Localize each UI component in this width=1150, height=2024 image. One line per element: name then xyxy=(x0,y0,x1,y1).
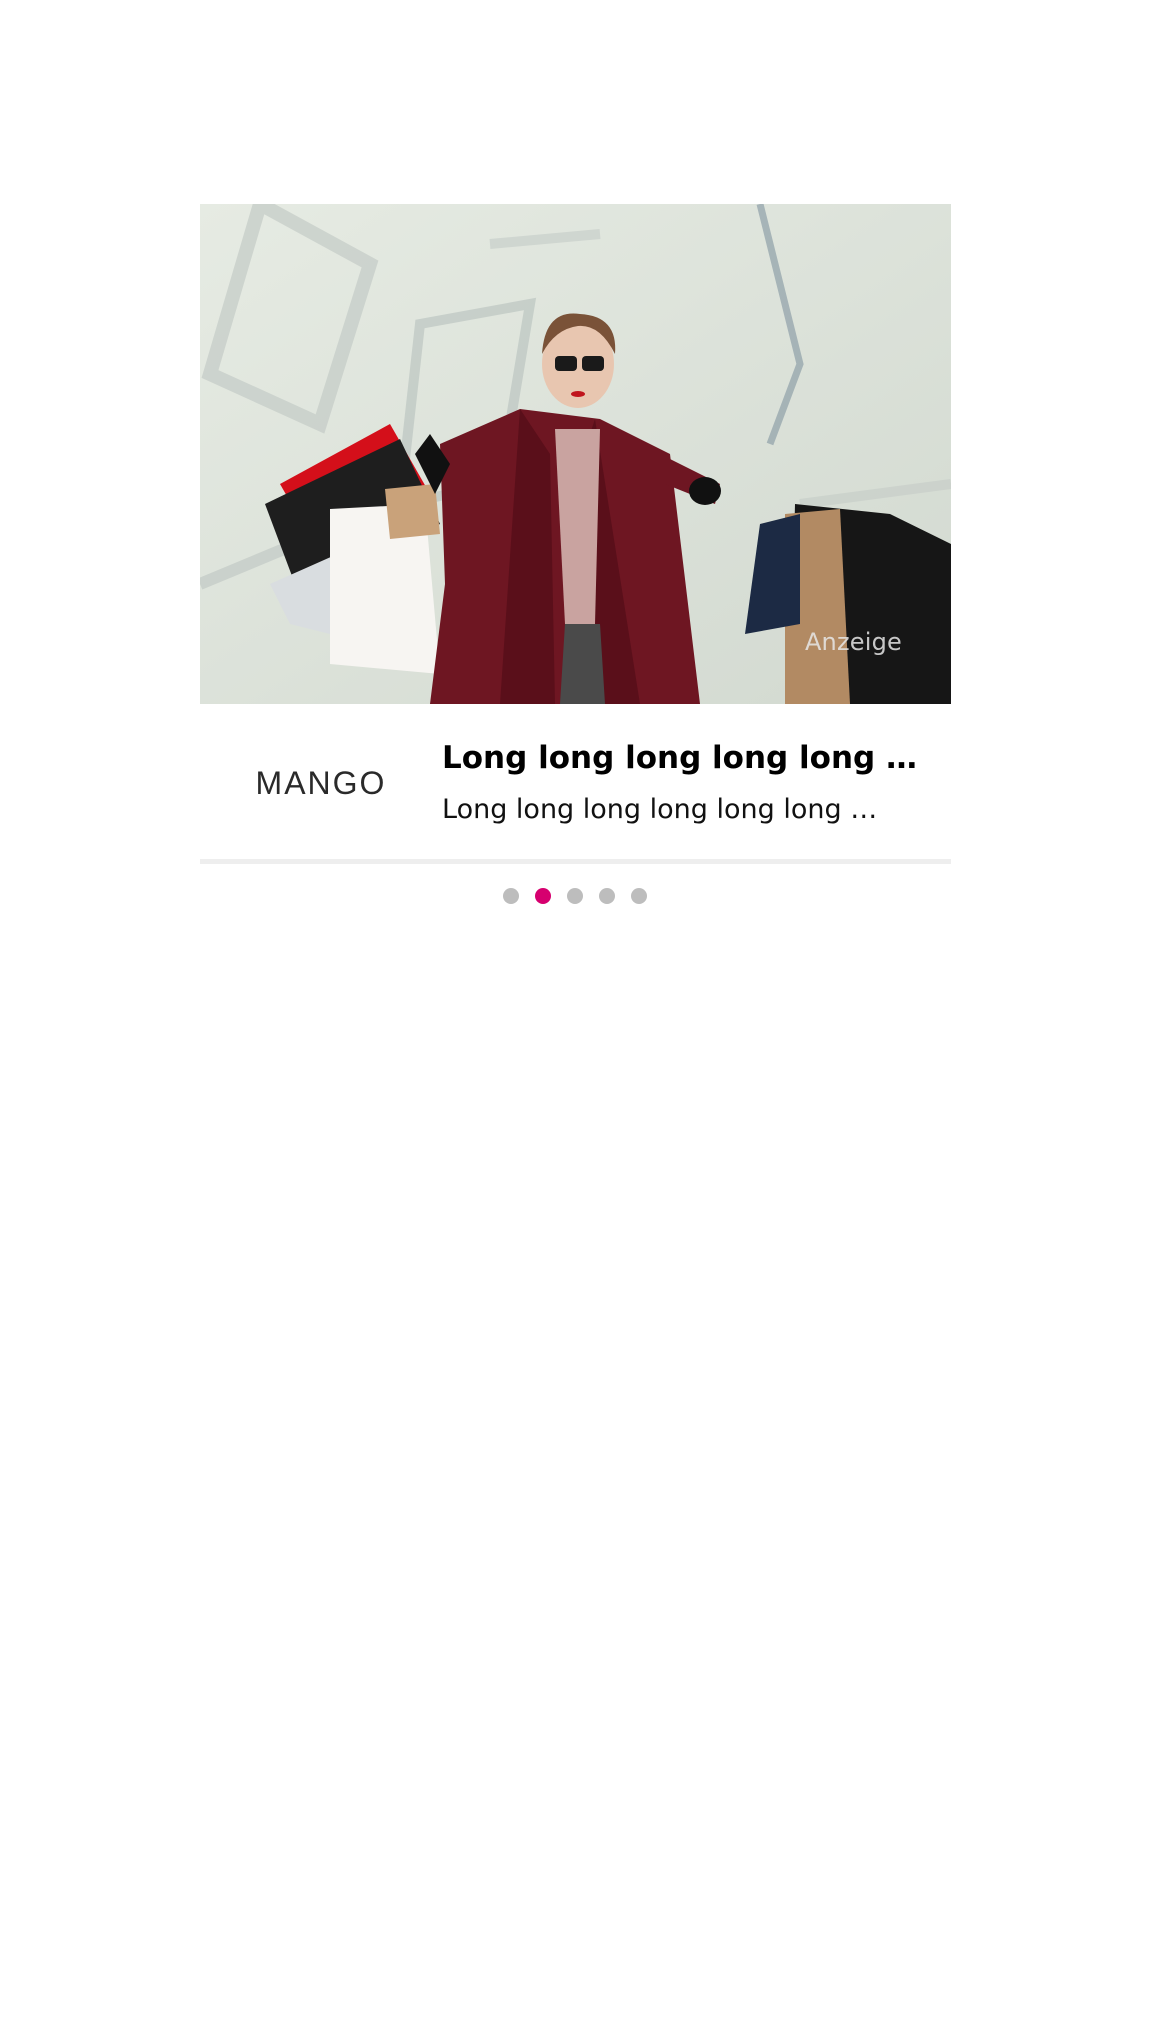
ad-hero-image[interactable]: Anzeige xyxy=(200,204,951,704)
ad-card[interactable]: Anzeige MANGO Long long long long long l… xyxy=(200,204,951,859)
carousel-dot-4[interactable] xyxy=(599,888,615,904)
card-divider xyxy=(200,859,951,864)
carousel-dot-3[interactable] xyxy=(567,888,583,904)
brand-logo: MANGO xyxy=(247,764,395,804)
ad-subtitle: Long long long long long long long long … xyxy=(442,794,882,825)
carousel-pagination xyxy=(0,888,1150,906)
ad-info[interactable]: MANGO Long long long long long long long… xyxy=(200,704,951,859)
carousel-dot-5[interactable] xyxy=(631,888,647,904)
ad-title: Long long long long long long long long … xyxy=(442,740,922,776)
ad-label: Anzeige xyxy=(804,628,902,656)
carousel-dot-2[interactable] xyxy=(535,888,551,904)
carousel-dot-1[interactable] xyxy=(503,888,519,904)
svg-text:MANGO: MANGO xyxy=(256,765,387,801)
